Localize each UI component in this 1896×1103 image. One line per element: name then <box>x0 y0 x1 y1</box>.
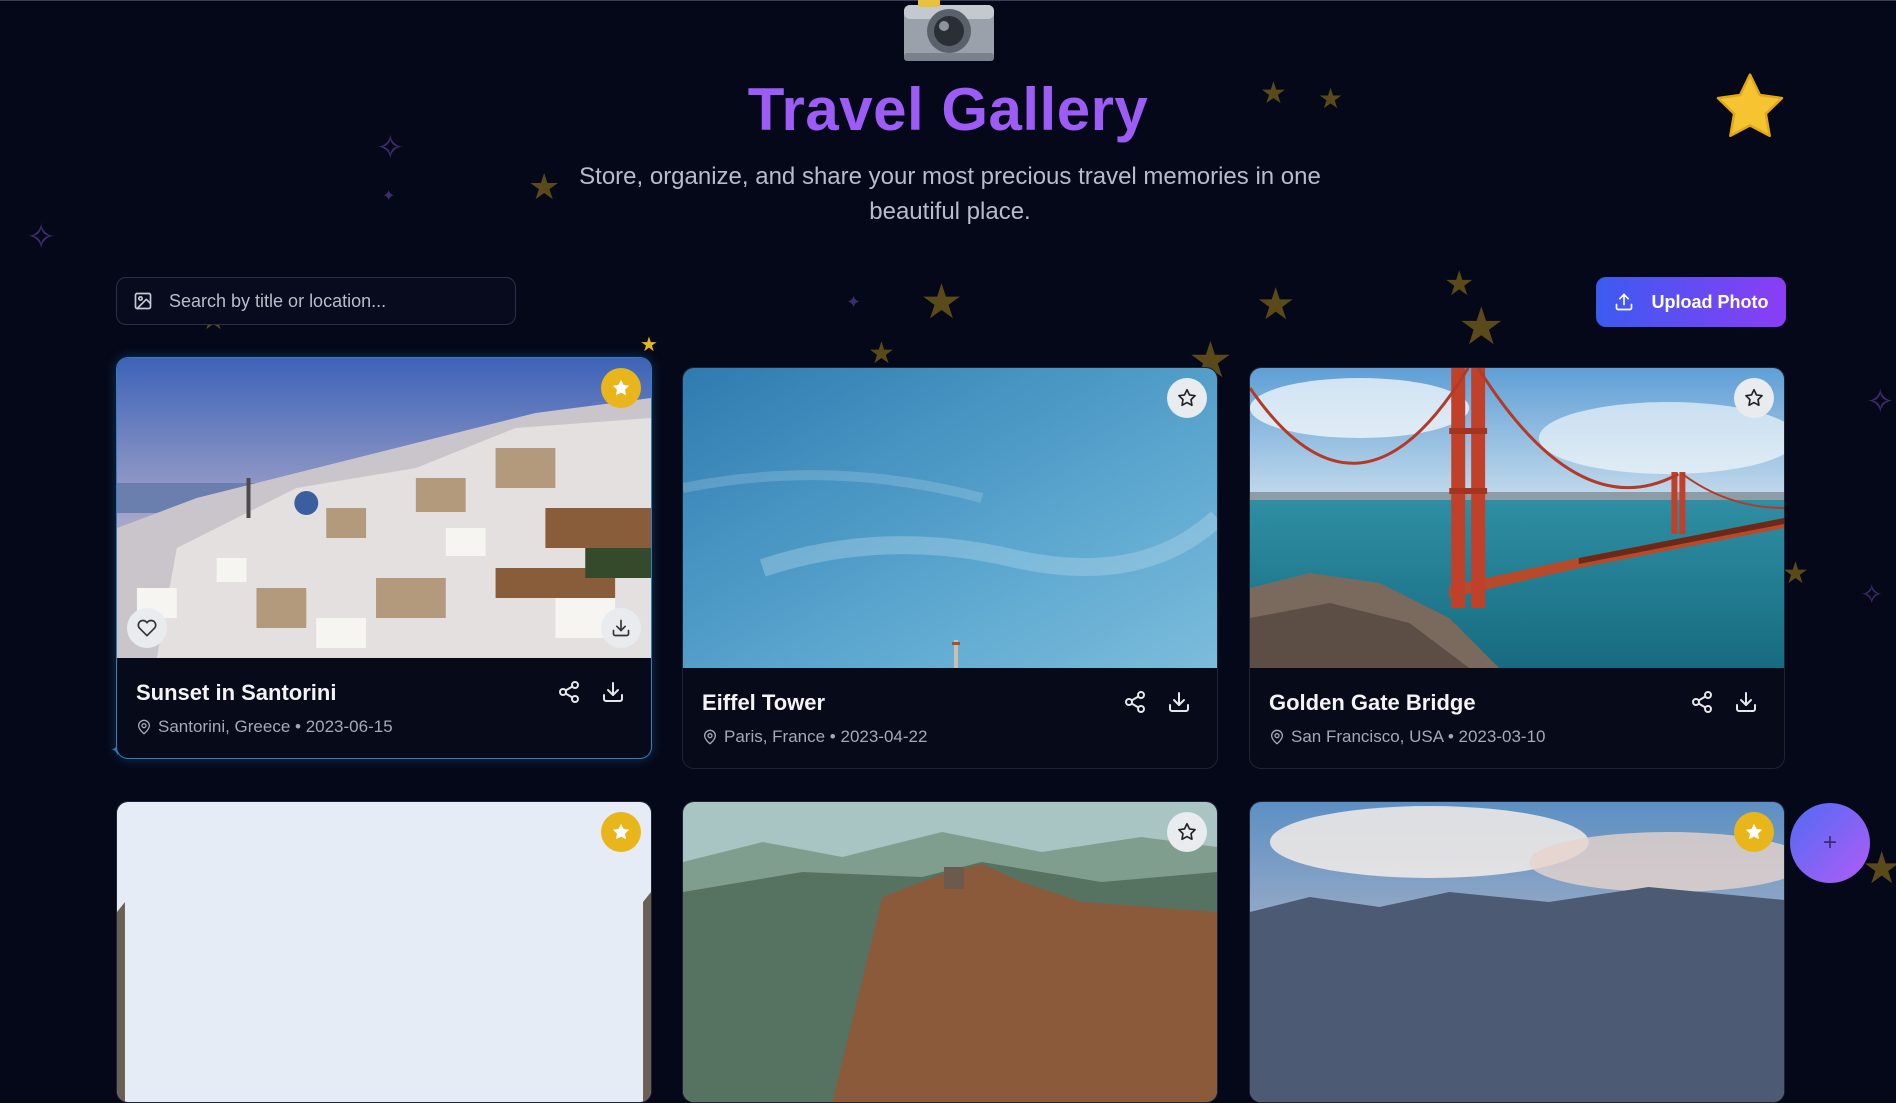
star-icon <box>612 379 630 396</box>
share-icon[interactable] <box>1123 690 1147 714</box>
decorative-star-icon: ★ <box>640 334 658 356</box>
add-photo-fab[interactable]: + <box>1790 803 1870 883</box>
camera-icon <box>904 0 994 61</box>
decorative-star-icon: ★ <box>1444 265 1475 303</box>
decorative-star-icon: ★ <box>920 276 964 329</box>
map-pin-icon <box>1270 729 1284 745</box>
photo-location-date: Paris, France • 2023-04-22 <box>724 727 928 746</box>
favorite-toggle[interactable] <box>1167 812 1207 852</box>
upload-photo-button[interactable]: Upload Photo <box>1596 277 1786 327</box>
photo-title: Sunset in Santorini <box>136 680 337 705</box>
download-icon[interactable] <box>1167 690 1191 714</box>
photo-meta: Santorini, Greece • 2023-06-15 <box>136 717 393 737</box>
overlay-download-button[interactable] <box>601 608 641 648</box>
search-bar[interactable] <box>116 277 516 325</box>
page-title: Travel Gallery <box>747 76 1149 143</box>
photo-card[interactable] <box>682 801 1218 1103</box>
share-icon[interactable] <box>557 680 581 704</box>
share-icon[interactable] <box>1690 690 1714 714</box>
photo-meta: Paris, France • 2023-04-22 <box>702 727 927 747</box>
decorative-sparkle-icon: ✧ <box>1860 579 1884 610</box>
decorative-sparkle-icon: ✧ <box>1866 383 1895 421</box>
photo-card[interactable]: Golden Gate Bridge San Francisco, USA • … <box>1249 367 1785 769</box>
decorative-star-icon: ★ <box>1782 557 1809 590</box>
eiffel-photo <box>683 368 1217 668</box>
photo-5 <box>683 802 1217 1102</box>
star-icon <box>1745 823 1763 840</box>
star-icon <box>1178 388 1196 407</box>
golden-gate-photo <box>1250 368 1784 668</box>
decorative-sparkle-icon: ✦ <box>382 188 396 205</box>
photo-image[interactable] <box>1250 802 1784 1102</box>
upload-photo-label: Upload Photo <box>1651 291 1769 312</box>
image-icon <box>134 292 152 310</box>
photo-location-date: Santorini, Greece • 2023-06-15 <box>158 717 393 736</box>
santorini-photo <box>117 358 651 658</box>
favorite-toggle[interactable] <box>601 812 641 852</box>
photo-title: Eiffel Tower <box>702 690 826 715</box>
photo-image[interactable] <box>683 368 1217 668</box>
favorite-toggle[interactable] <box>601 368 641 408</box>
photo-location-date: San Francisco, USA • 2023-03-10 <box>1291 727 1546 746</box>
upload-icon <box>1615 293 1632 311</box>
photo-image[interactable] <box>117 802 651 1102</box>
decorative-star-icon: ★ <box>528 166 561 207</box>
favorite-toggle[interactable] <box>1734 378 1774 418</box>
photo-card[interactable] <box>1249 801 1785 1103</box>
download-icon[interactable] <box>601 680 625 704</box>
photo-card[interactable] <box>116 801 652 1103</box>
photo-4 <box>117 802 651 1102</box>
decorative-star-icon: ★ <box>1256 280 1296 329</box>
plus-icon: + <box>1822 829 1837 856</box>
decorative-star-icon: ★ <box>868 337 895 370</box>
photo-card[interactable]: Sunset in Santorini Santorini, Greece • … <box>116 357 652 759</box>
photo-meta: San Francisco, USA • 2023-03-10 <box>1269 727 1545 747</box>
like-button[interactable] <box>127 608 167 648</box>
star-icon <box>1178 822 1196 841</box>
decorative-star-icon: ★ <box>1458 298 1505 356</box>
download-icon <box>612 619 630 637</box>
photo-card[interactable]: Eiffel Tower Paris, France • 2023-04-22 <box>682 367 1218 769</box>
photo-image[interactable] <box>117 358 651 658</box>
map-pin-icon <box>703 729 717 745</box>
photo-title: Golden Gate Bridge <box>1269 690 1476 715</box>
star-icon <box>612 823 630 840</box>
decorative-sparkle-icon: ✦ <box>846 292 862 312</box>
heart-icon <box>137 619 157 637</box>
favorite-toggle[interactable] <box>1167 378 1207 418</box>
photo-6 <box>1250 802 1784 1102</box>
photo-image[interactable] <box>1250 368 1784 668</box>
map-pin-icon <box>137 719 151 735</box>
star-icon <box>1745 388 1763 407</box>
decorative-sparkle-icon: ✧ <box>26 216 57 257</box>
favorite-toggle[interactable] <box>1734 812 1774 852</box>
page-subtitle: Store, organize, and share your most pre… <box>579 163 1321 225</box>
star-icon <box>1716 73 1784 138</box>
photo-image[interactable] <box>683 802 1217 1102</box>
download-icon[interactable] <box>1734 690 1758 714</box>
search-input[interactable] <box>167 289 515 313</box>
